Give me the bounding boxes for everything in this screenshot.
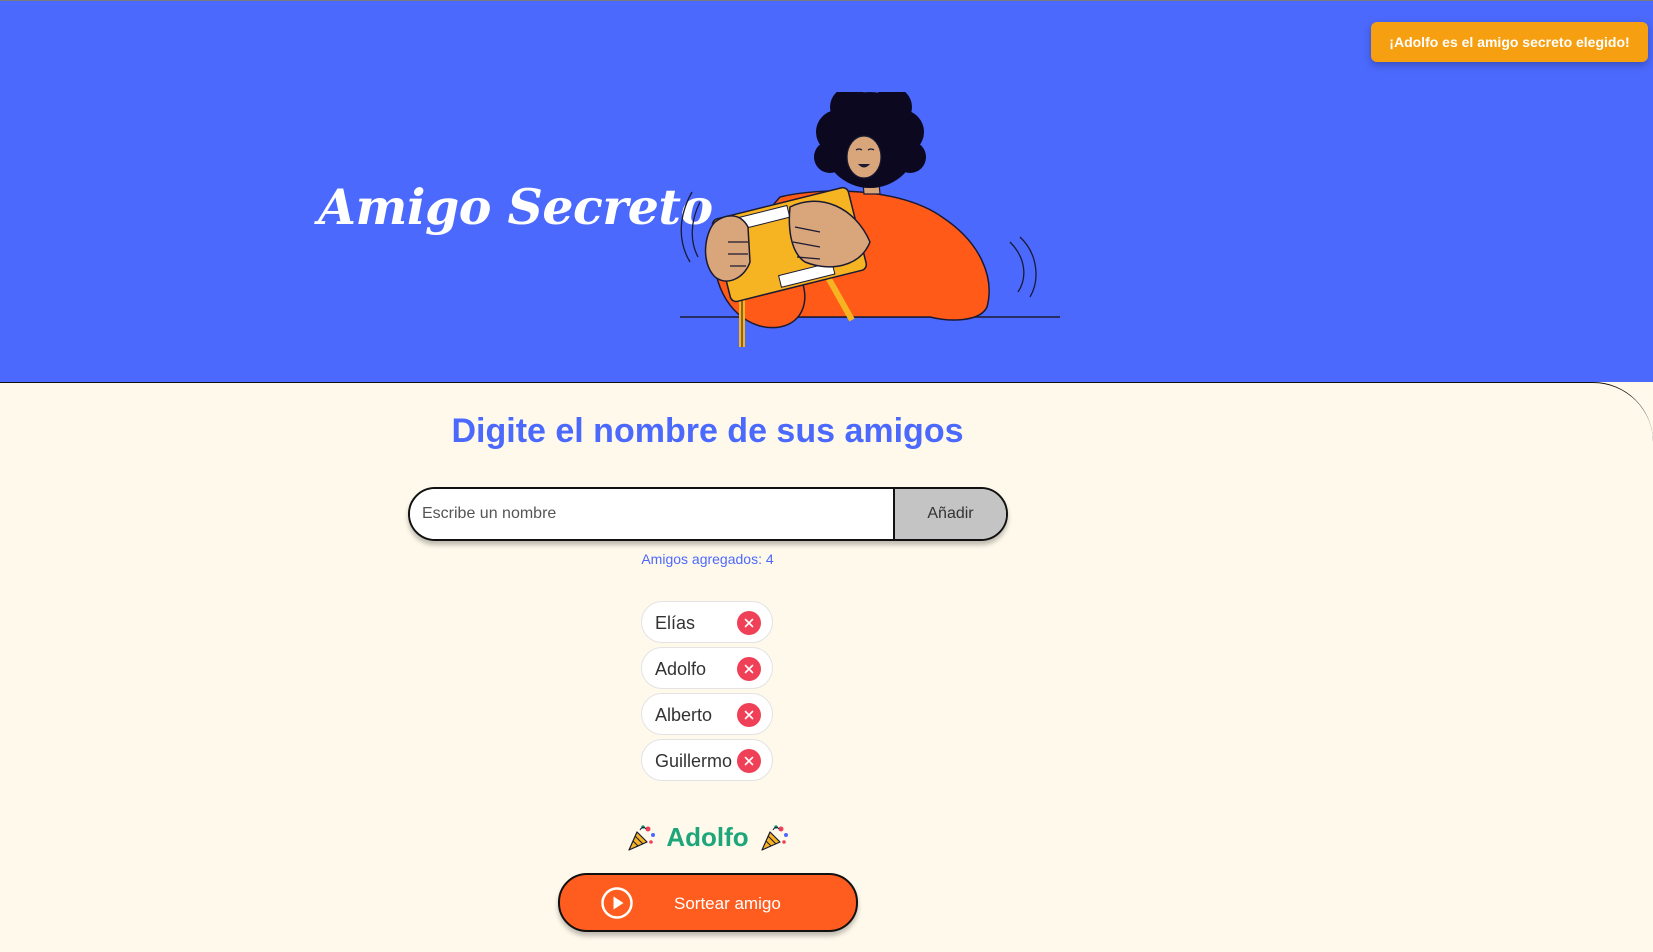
- remove-friend-button[interactable]: [737, 657, 761, 681]
- draw-friend-button[interactable]: Sortear amigo: [558, 873, 858, 932]
- friend-name: Alberto: [655, 705, 713, 725]
- page-title: Amigo Secreto: [318, 178, 713, 236]
- friend-name: Adolfo: [655, 659, 707, 679]
- list-item: Adolfo: [641, 647, 773, 689]
- list-item: Elías: [641, 601, 773, 643]
- friend-name: Elías: [655, 613, 696, 633]
- result-toast: ¡Adolfo es el amigo secreto elegido!: [1371, 22, 1648, 62]
- close-icon: [744, 756, 754, 766]
- friend-name: Guillermo: [655, 751, 733, 771]
- list-item: Alberto: [641, 693, 773, 735]
- remove-friend-button[interactable]: [737, 749, 761, 773]
- draw-result: Adolfo: [0, 822, 1415, 853]
- remove-friend-button[interactable]: [737, 611, 761, 635]
- content-panel: [0, 382, 1653, 952]
- add-button[interactable]: Añadir: [895, 489, 1006, 539]
- close-icon: [744, 618, 754, 628]
- top-border: [0, 0, 1653, 1]
- draw-button-label: Sortear amigo: [674, 894, 781, 913]
- party-popper-icon: [628, 824, 656, 851]
- friend-name-input[interactable]: [410, 489, 895, 539]
- friends-counter: Amigos agregados: 4: [641, 551, 774, 567]
- close-icon: [744, 664, 754, 674]
- play-circle-icon: [601, 887, 633, 919]
- remove-friend-button[interactable]: [737, 703, 761, 727]
- add-friend-form: Añadir: [408, 487, 1008, 541]
- page: Amigo Secreto ¡Adolfo es el amigo secret…: [0, 0, 1653, 952]
- close-icon: [744, 710, 754, 720]
- gift-illustration: [680, 92, 1060, 347]
- chosen-friend-name: Adolfo: [666, 822, 749, 852]
- section-title: Digite el nombre de sus amigos: [451, 412, 964, 450]
- list-item: Guillermo: [641, 739, 773, 781]
- party-popper-icon: [761, 824, 788, 851]
- friends-list: Elías Adolfo Alberto Guillermo: [641, 601, 773, 785]
